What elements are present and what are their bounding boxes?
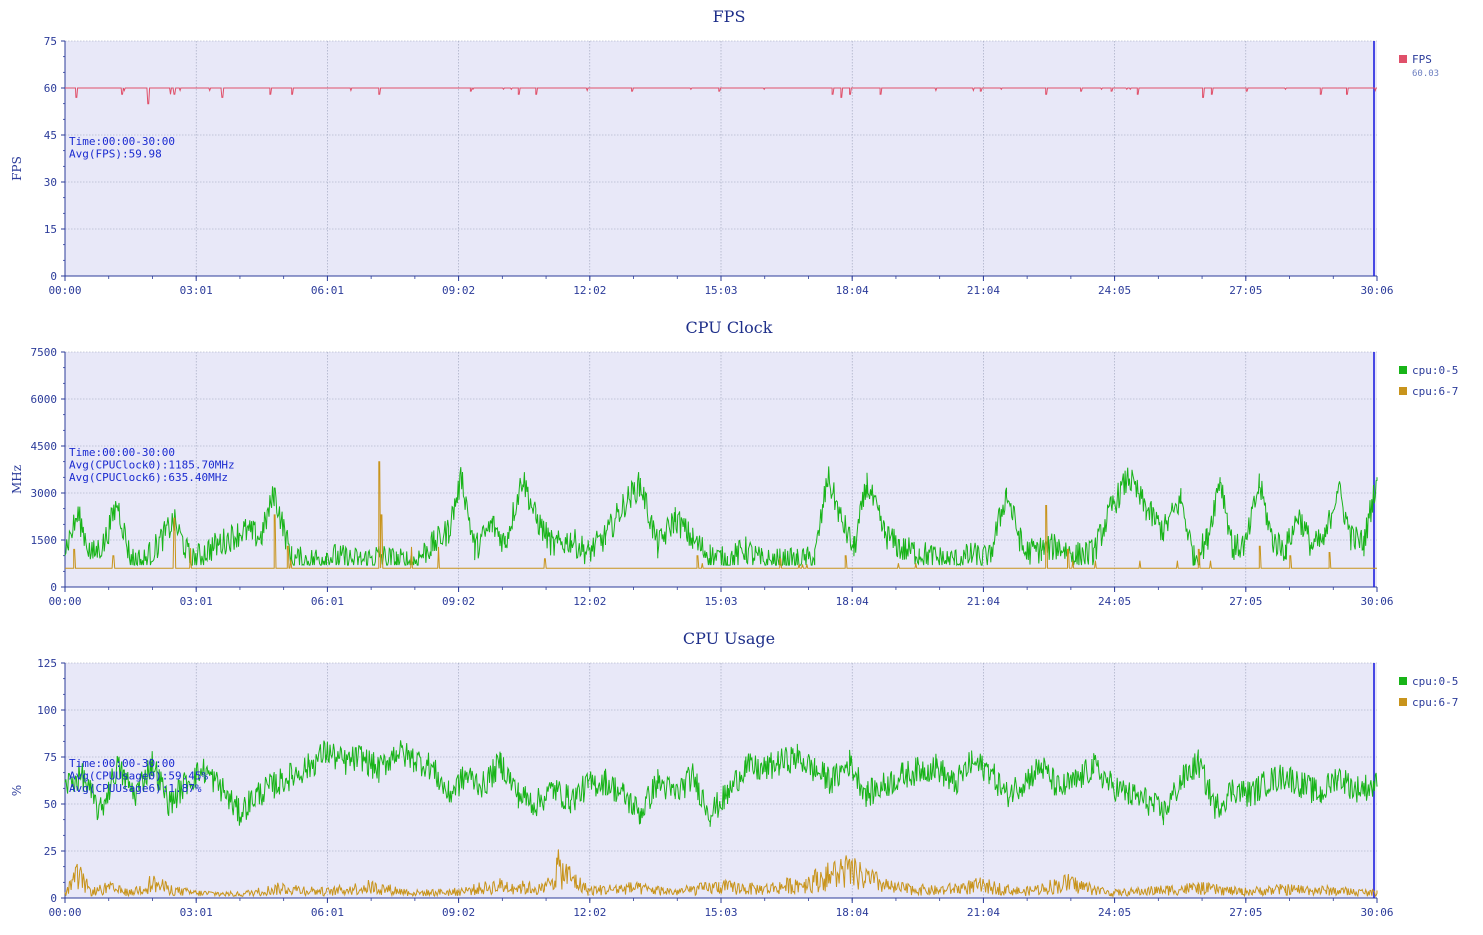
- legend-swatch[interactable]: [1399, 387, 1407, 395]
- x-tick-label: 03:01: [180, 595, 213, 608]
- y-tick-label: 3000: [31, 487, 58, 500]
- x-tick-label: 21:04: [967, 595, 1000, 608]
- y-tick-label: 4500: [31, 440, 58, 453]
- x-tick-label: 09:02: [442, 906, 475, 919]
- x-tick-label: 15:03: [704, 284, 737, 297]
- y-tick-label: 30: [44, 176, 57, 189]
- x-tick-label: 09:02: [442, 595, 475, 608]
- y-axis-label: %: [10, 785, 24, 796]
- x-tick-label: 27:05: [1229, 595, 1262, 608]
- stat-annotation: Avg(CPUClock6):635.40MHz: [69, 471, 228, 484]
- x-tick-label: 06:01: [311, 595, 344, 608]
- x-tick-label: 21:04: [967, 906, 1000, 919]
- stat-annotation: Time:00:00-30:00: [69, 446, 175, 459]
- legend-swatch[interactable]: [1399, 698, 1407, 706]
- x-tick-label: 30:06: [1360, 284, 1393, 297]
- y-axis-label: MHz: [10, 465, 24, 494]
- stat-annotation: Time:00:00-30:00: [69, 757, 175, 770]
- x-tick-label: 15:03: [704, 906, 737, 919]
- x-tick-label: 12:02: [573, 595, 606, 608]
- legend-swatch[interactable]: [1399, 366, 1407, 374]
- x-tick-label: 03:01: [180, 906, 213, 919]
- y-tick-label: 0: [50, 892, 57, 905]
- y-tick-label: 100: [37, 704, 57, 717]
- y-tick-label: 75: [44, 35, 57, 48]
- x-tick-label: 30:06: [1360, 595, 1393, 608]
- x-tick-label: 06:01: [311, 906, 344, 919]
- legend-label[interactable]: cpu:0-5: [1412, 675, 1458, 688]
- x-tick-label: 00:00: [48, 906, 81, 919]
- chart-title: CPU Usage: [683, 629, 775, 648]
- x-tick-label: 24:05: [1098, 906, 1131, 919]
- legend-label[interactable]: cpu:0-5: [1412, 364, 1458, 377]
- legend-swatch[interactable]: [1399, 677, 1407, 685]
- chart-canvas: FPS 0 15 30 45 60 75 00:00 03:01 06:01 09:02 12:02 1…: [10, 7, 1458, 919]
- x-tick-label: 24:05: [1098, 284, 1131, 297]
- y-tick-label: 60: [44, 82, 57, 95]
- y-tick-label: 15: [44, 223, 57, 236]
- x-tick-label: 30:06: [1360, 906, 1393, 919]
- x-tick-label: 00:00: [48, 284, 81, 297]
- y-tick-label: 1500: [31, 534, 58, 547]
- x-tick-label: 12:02: [573, 284, 606, 297]
- y-tick-label: 45: [44, 129, 57, 142]
- y-tick-label: 75: [44, 751, 57, 764]
- legend-label[interactable]: cpu:6-7: [1412, 385, 1458, 398]
- chart-panel-2: CPU Clock 0 1500 3000 4500 6000 7500 00:00 03:01…: [10, 318, 1458, 608]
- x-tick-label: 00:00: [48, 595, 81, 608]
- x-tick-label: 27:05: [1229, 284, 1262, 297]
- x-tick-label: 18:04: [836, 284, 869, 297]
- legend-swatch[interactable]: [1399, 55, 1407, 63]
- x-tick-label: 21:04: [967, 284, 1000, 297]
- legend-label[interactable]: cpu:6-7: [1412, 696, 1458, 709]
- y-tick-label: 7500: [31, 346, 58, 359]
- y-tick-label: 0: [50, 581, 57, 594]
- stat-annotation: Time:00:00-30:00: [69, 135, 175, 148]
- stat-annotation: Avg(CPUUsage0):59.45%: [69, 770, 208, 783]
- x-tick-label: 06:01: [311, 284, 344, 297]
- y-tick-label: 125: [37, 657, 57, 670]
- x-tick-label: 03:01: [180, 284, 213, 297]
- y-tick-label: 0: [50, 270, 57, 283]
- y-axis-label: FPS: [10, 156, 24, 181]
- x-tick-label: 18:04: [836, 906, 869, 919]
- x-tick-label: 18:04: [836, 595, 869, 608]
- stat-annotation: Avg(CPUUsage6):1.87%: [69, 782, 202, 795]
- x-tick-label: 24:05: [1098, 595, 1131, 608]
- legend-label[interactable]: FPS: [1412, 53, 1432, 66]
- x-tick-label: 27:05: [1229, 906, 1262, 919]
- chart-title: FPS: [713, 7, 746, 26]
- stat-annotation: Avg(CPUClock0):1185.70MHz: [69, 459, 235, 472]
- x-tick-label: 12:02: [573, 906, 606, 919]
- y-tick-label: 6000: [31, 393, 58, 406]
- chart-title: CPU Clock: [686, 318, 773, 337]
- x-tick-label: 09:02: [442, 284, 475, 297]
- y-tick-label: 50: [44, 798, 57, 811]
- chart-panel-1: FPS 0 15 30 45 60 75 00:00 03:01 06:01 09:02 12:02 1…: [10, 7, 1439, 297]
- chart-panel-3: CPU Usage 0 25 50 75 100 125 00:00 03:01 06:01 09:…: [10, 629, 1458, 919]
- y-tick-label: 25: [44, 845, 57, 858]
- x-tick-label: 15:03: [704, 595, 737, 608]
- legend-value: 60.03: [1412, 69, 1439, 79]
- stat-annotation: Avg(FPS):59.98: [69, 148, 162, 161]
